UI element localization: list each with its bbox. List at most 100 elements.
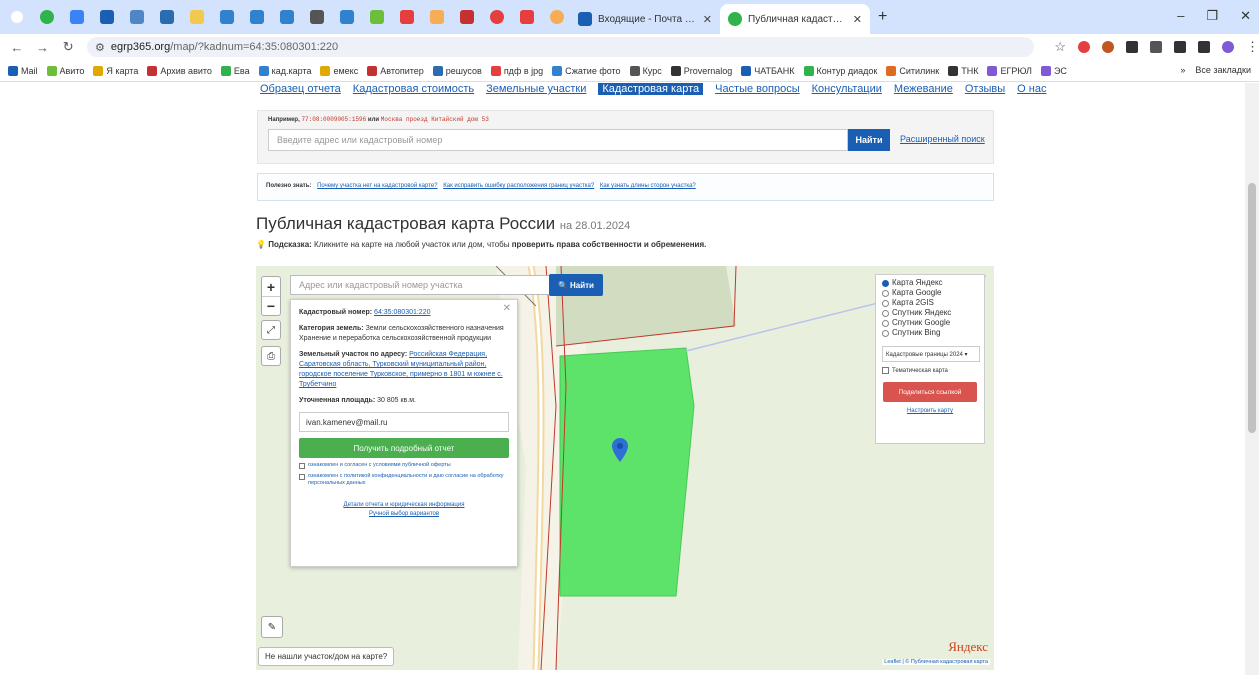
- site-info-icon[interactable]: ⚙: [95, 41, 105, 54]
- tab-mail[interactable]: Входящие - Почта Mail.ru ✕: [570, 4, 720, 34]
- radio-button[interactable]: [882, 289, 889, 297]
- site-search-button[interactable]: Найти: [848, 129, 890, 151]
- cadastral-map[interactable]: + − ⤢ ⎙ Адрес или кадастровый номер учас…: [256, 266, 994, 670]
- extension-icon[interactable]: [1126, 41, 1138, 53]
- bookmark-item[interactable]: Курс: [629, 65, 662, 76]
- bookmark-star-icon[interactable]: ☆: [1054, 39, 1066, 55]
- back-icon[interactable]: ←: [10, 40, 24, 55]
- close-tab-icon[interactable]: ✕: [703, 13, 712, 26]
- pinned-tab[interactable]: [514, 4, 540, 30]
- tab-search-icon[interactable]: [4, 4, 30, 30]
- pinned-tab[interactable]: [64, 4, 90, 30]
- bookmark-item[interactable]: Provernalog: [670, 65, 732, 76]
- radio-button[interactable]: [882, 279, 889, 287]
- tab-cadastral-map[interactable]: Публичная кадастровая карта ✕: [720, 4, 870, 34]
- setup-map-link[interactable]: Настроить карту: [882, 408, 978, 414]
- borders-select[interactable]: Кадастровые границы 2024 ▾: [882, 346, 980, 362]
- map-attribution[interactable]: Leaflet | © Публичная кадастровая карта: [882, 659, 990, 665]
- zoom-in-button[interactable]: +: [262, 277, 280, 296]
- not-found-button[interactable]: Не нашли участок/дом на карте?: [258, 647, 395, 666]
- nav-link[interactable]: Межевание: [894, 83, 953, 95]
- pinned-tab[interactable]: [424, 4, 450, 30]
- pinned-tab[interactable]: [394, 4, 420, 30]
- tip-link[interactable]: Как исправить ошибку расположения границ…: [443, 183, 594, 189]
- pinned-tab[interactable]: [124, 4, 150, 30]
- bookmark-item[interactable]: ТНК: [948, 65, 978, 76]
- pinned-tab[interactable]: [484, 4, 510, 30]
- privacy-consent[interactable]: ознакомлен с политикой конфиденциальност…: [299, 473, 509, 487]
- nav-link[interactable]: О нас: [1017, 83, 1046, 95]
- bookmark-item[interactable]: Ситилинк: [886, 65, 939, 76]
- extensions-puzzle-icon[interactable]: [1150, 41, 1162, 53]
- tip-link[interactable]: Почему участка нет на кадастровой карте?: [317, 183, 437, 189]
- advanced-search-link[interactable]: Расширенный поиск: [900, 134, 985, 144]
- pencil-icon[interactable]: ✎: [261, 616, 283, 638]
- layer-option[interactable]: Карта Google: [882, 288, 978, 298]
- bookmark-item[interactable]: решусов: [432, 65, 482, 76]
- pinned-tab[interactable]: [544, 4, 570, 30]
- bookmark-item[interactable]: Сжатие фото: [552, 65, 621, 76]
- bookmark-item[interactable]: ЕГРЮЛ: [987, 65, 1032, 76]
- pinned-tab[interactable]: [304, 4, 330, 30]
- sidebar-icon[interactable]: [1198, 41, 1210, 53]
- radio-button[interactable]: [882, 319, 889, 327]
- site-search-input[interactable]: Введите адрес или кадастровый номер: [268, 129, 848, 151]
- new-tab-icon[interactable]: +: [878, 8, 887, 26]
- bookmark-item[interactable]: Ева: [220, 65, 250, 76]
- menu-icon[interactable]: ⋮: [1246, 39, 1259, 55]
- thematic-map-toggle[interactable]: Тематическая карта: [882, 367, 978, 374]
- pinned-tab[interactable]: [274, 4, 300, 30]
- pinned-tab[interactable]: [214, 4, 240, 30]
- nav-link[interactable]: Кадастровая стоимость: [353, 83, 474, 95]
- tip-link[interactable]: Как узнать длины сторон участка?: [600, 183, 696, 189]
- offer-consent[interactable]: ознакомлен и согласен с условиями публич…: [299, 462, 509, 469]
- map-marker-icon[interactable]: [612, 438, 628, 462]
- radio-button[interactable]: [882, 309, 889, 317]
- pinned-tab[interactable]: [34, 4, 60, 30]
- all-bookmarks[interactable]: » Все закладки: [1180, 65, 1251, 75]
- pinned-tab[interactable]: [244, 4, 270, 30]
- pinned-tab[interactable]: [184, 4, 210, 30]
- nav-link[interactable]: Консультации: [812, 83, 882, 95]
- extension-icon[interactable]: [1078, 41, 1090, 53]
- layer-option[interactable]: Спутник Яндекс: [882, 308, 978, 318]
- get-report-button[interactable]: Получить подробный отчет: [299, 438, 509, 458]
- zoom-out-button[interactable]: −: [262, 296, 280, 315]
- nav-link[interactable]: Земельные участки: [486, 83, 586, 95]
- print-icon[interactable]: ⎙: [261, 346, 281, 366]
- bookmark-item[interactable]: пдф в jpg: [490, 65, 543, 76]
- nav-link[interactable]: Отзывы: [965, 83, 1005, 95]
- radio-button[interactable]: [882, 329, 889, 337]
- map-search-button[interactable]: 🔍 Найти: [549, 274, 603, 296]
- report-details-link[interactable]: Детали отчета и юридическая информация: [344, 502, 465, 508]
- bookmark-item[interactable]: Автопитер: [367, 65, 424, 76]
- extension-icon[interactable]: [1102, 41, 1114, 53]
- bookmark-item[interactable]: ЭС: [1040, 65, 1067, 76]
- manual-choice-link[interactable]: Ручной выбор вариантов: [369, 511, 439, 517]
- cadastral-number-link[interactable]: 64:35:080301:220: [374, 309, 430, 316]
- close-icon[interactable]: ✕: [503, 303, 511, 314]
- pinned-tab[interactable]: [454, 4, 480, 30]
- pinned-tab[interactable]: [334, 4, 360, 30]
- layer-option[interactable]: Карта 2GIS: [882, 298, 978, 308]
- checkbox[interactable]: [299, 474, 305, 480]
- pinned-tab[interactable]: [94, 4, 120, 30]
- close-window-icon[interactable]: ✕: [1240, 8, 1251, 24]
- bookmark-item[interactable]: кад.карта: [258, 65, 311, 76]
- download-icon[interactable]: [1174, 41, 1186, 53]
- bookmark-item[interactable]: Архив авито: [147, 65, 212, 76]
- layer-option[interactable]: Карта Яндекс: [882, 278, 978, 288]
- bookmark-item[interactable]: ЧАТБАНК: [741, 65, 795, 76]
- more-bookmarks-icon[interactable]: »: [1180, 65, 1185, 75]
- checkbox[interactable]: [299, 463, 305, 469]
- profile-avatar-icon[interactable]: [1222, 41, 1234, 53]
- email-field[interactable]: ivan.kamenev@mail.ru: [299, 412, 509, 432]
- layer-option[interactable]: Спутник Google: [882, 318, 978, 328]
- checkbox[interactable]: [882, 367, 889, 374]
- bookmark-item[interactable]: Я карта: [93, 65, 138, 76]
- fullscreen-icon[interactable]: ⤢: [261, 320, 281, 340]
- bookmark-item[interactable]: Контур диадок: [803, 65, 877, 76]
- nav-link[interactable]: Кадастровая карта: [598, 83, 704, 95]
- address-bar[interactable]: ⚙ egrp365.org/map/?kadnum=64:35:080301:2…: [87, 37, 1035, 57]
- maximize-icon[interactable]: ❐: [1206, 8, 1218, 24]
